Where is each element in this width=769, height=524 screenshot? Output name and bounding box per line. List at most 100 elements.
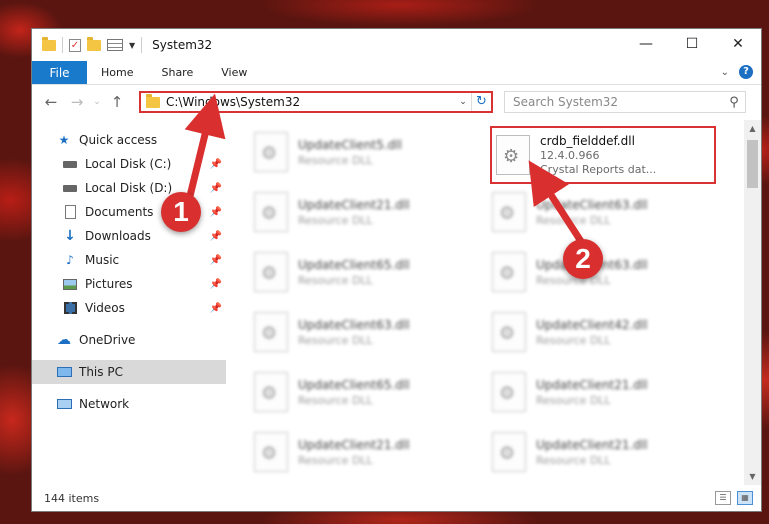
refresh-icon[interactable]: ↻ (471, 93, 491, 111)
cloud-icon: ☁ (57, 332, 71, 348)
list-item[interactable]: UpdateClient21.dllResource DLL (492, 426, 722, 478)
highlighted-file-item[interactable]: crdb_fielddef.dll 12.4.0.966 Crystal Rep… (490, 126, 716, 184)
tab-view[interactable]: View (207, 61, 261, 84)
file-name: UpdateClient65.dll (298, 377, 410, 392)
pin-icon[interactable]: 📌 (210, 303, 222, 314)
list-item[interactable]: UpdateClient21.dllResource DLL (492, 366, 722, 418)
sidebar-item-network[interactable]: Network (32, 392, 226, 416)
sidebar-item-label: Network (79, 397, 130, 411)
file-name: UpdateClient21.dll (298, 437, 410, 452)
dll-file-icon (496, 135, 530, 175)
list-item[interactable]: UpdateClient21.dllResource DLL (254, 186, 484, 238)
sidebar-item-quick-access[interactable]: ★ Quick access (32, 128, 226, 152)
tab-file[interactable]: File (32, 61, 87, 84)
new-folder-icon[interactable] (87, 36, 101, 51)
dll-file-icon (492, 252, 526, 292)
list-item[interactable]: UpdateClient21.dllResource DLL (254, 426, 484, 478)
sidebar-item-label: Pictures (85, 277, 133, 291)
dll-file-icon (254, 312, 288, 352)
pin-icon[interactable]: 📌 (210, 279, 222, 290)
tab-share[interactable]: Share (147, 61, 207, 84)
help-icon[interactable]: ? (739, 65, 753, 79)
sidebar-item-pictures[interactable]: Pictures 📌 (32, 272, 226, 296)
forward-arrow-icon[interactable]: → (64, 93, 90, 111)
sidebar-item-label: This PC (79, 365, 123, 379)
vertical-scrollbar[interactable]: ▲ ▼ (744, 120, 761, 485)
music-icon: ♪ (66, 253, 74, 267)
sidebar-item-local-disk-c[interactable]: Local Disk (C:) 📌 (32, 152, 226, 176)
title-bar: ✓ ▼ System32 — ☐ ✕ (32, 29, 761, 61)
maximize-button[interactable]: ☐ (669, 29, 715, 59)
sidebar-item-label: Local Disk (C:) (85, 157, 172, 171)
list-item[interactable]: UpdateClient63.dllResource DLL (254, 306, 484, 358)
search-input[interactable]: Search System32 (513, 95, 723, 109)
list-item[interactable]: UpdateClient63.dllResource DLL (492, 246, 722, 298)
pin-icon[interactable]: 📌 (210, 255, 222, 266)
dll-file-icon (254, 132, 288, 172)
file-name: UpdateClient21.dll (536, 437, 648, 452)
sidebar-item-videos[interactable]: Videos 📌 (32, 296, 226, 320)
videos-icon (62, 301, 78, 315)
window-title: System32 (152, 38, 213, 52)
file-list: UpdateClient5.dllResource DLL UpdateClie… (228, 120, 744, 485)
file-name: UpdateClient42.dll (536, 317, 648, 332)
file-type: Resource DLL (298, 153, 373, 167)
callout-badge-1: 1 (161, 192, 201, 232)
sidebar-item-music[interactable]: ♪ Music 📌 (32, 248, 226, 272)
dll-file-icon (254, 432, 288, 472)
folder-icon (146, 93, 160, 108)
chevron-down-icon[interactable]: ▼ (129, 41, 135, 50)
pin-icon[interactable]: 📌 (210, 183, 222, 194)
minimize-button[interactable]: — (623, 29, 669, 59)
customize-toolbar-icon[interactable] (107, 39, 123, 51)
expand-ribbon-icon[interactable]: ⌄ (721, 67, 729, 78)
callout-badge-2: 2 (563, 239, 603, 279)
details-view-icon[interactable]: ☰ (715, 491, 731, 505)
main-area: ★ Quick access Local Disk (C:) 📌 Local D… (32, 120, 761, 485)
file-name: UpdateClient63.dll (298, 317, 410, 332)
sidebar-item-label: Documents (85, 205, 154, 219)
item-count: 144 items (44, 491, 100, 505)
list-item[interactable]: UpdateClient42.dllResource DLL (492, 306, 722, 358)
list-item[interactable]: UpdateClient65.dllResource DLL (254, 366, 484, 418)
scroll-thumb[interactable] (747, 140, 758, 188)
search-box[interactable]: Search System32 ⚲ (504, 91, 746, 113)
pin-icon[interactable]: 📌 (210, 159, 222, 170)
large-icons-view-icon[interactable]: ▦ (737, 491, 753, 505)
star-icon: ★ (58, 133, 70, 147)
address-bar[interactable]: C:\Windows\System32 ⌄ ↻ (139, 91, 493, 113)
navigation-bar: ← → ⌄ ↑ C:\Windows\System32 ⌄ ↻ Search S… (32, 85, 761, 119)
address-path[interactable]: C:\Windows\System32 (166, 95, 455, 109)
back-arrow-icon[interactable]: ← (38, 93, 64, 111)
pin-icon[interactable]: 📌 (210, 231, 222, 242)
list-item[interactable]: UpdateClient65.dllResource DLL (254, 246, 484, 298)
explorer-window: ✓ ▼ System32 — ☐ ✕ File Home Share View … (31, 28, 762, 512)
recent-chevron-icon[interactable]: ⌄ (90, 97, 104, 107)
address-dropdown-icon[interactable]: ⌄ (455, 97, 471, 107)
documents-icon (62, 205, 78, 219)
sidebar-item-label: Local Disk (D:) (85, 181, 173, 195)
close-button[interactable]: ✕ (715, 29, 761, 59)
status-bar: 144 items ☰ ▦ (32, 485, 761, 511)
network-icon (56, 397, 72, 411)
file-type: Resource DLL (536, 453, 611, 467)
sidebar-item-downloads[interactable]: ↓ Downloads 📌 (32, 224, 226, 248)
list-item[interactable]: UpdateClient63.dllResource DLL (492, 186, 722, 238)
downloads-icon: ↓ (64, 228, 76, 244)
search-icon[interactable]: ⚲ (723, 95, 745, 110)
up-arrow-icon[interactable]: ↑ (104, 93, 130, 111)
sidebar-item-local-disk-d[interactable]: Local Disk (D:) 📌 (32, 176, 226, 200)
folder-icon (42, 36, 56, 51)
tab-home[interactable]: Home (87, 61, 147, 84)
file-type: Resource DLL (536, 333, 611, 347)
scroll-down-icon[interactable]: ▼ (744, 468, 761, 485)
scroll-up-icon[interactable]: ▲ (744, 120, 761, 137)
list-item[interactable]: UpdateClient5.dllResource DLL (254, 126, 484, 178)
sidebar-item-onedrive[interactable]: ☁ OneDrive (32, 328, 226, 352)
pictures-icon (62, 277, 78, 291)
properties-check-icon[interactable]: ✓ (69, 38, 81, 52)
sidebar-item-label: Downloads (85, 229, 151, 243)
sidebar-item-this-pc[interactable]: This PC (32, 360, 226, 384)
file-type: Resource DLL (298, 273, 373, 287)
pin-icon[interactable]: 📌 (210, 207, 222, 218)
